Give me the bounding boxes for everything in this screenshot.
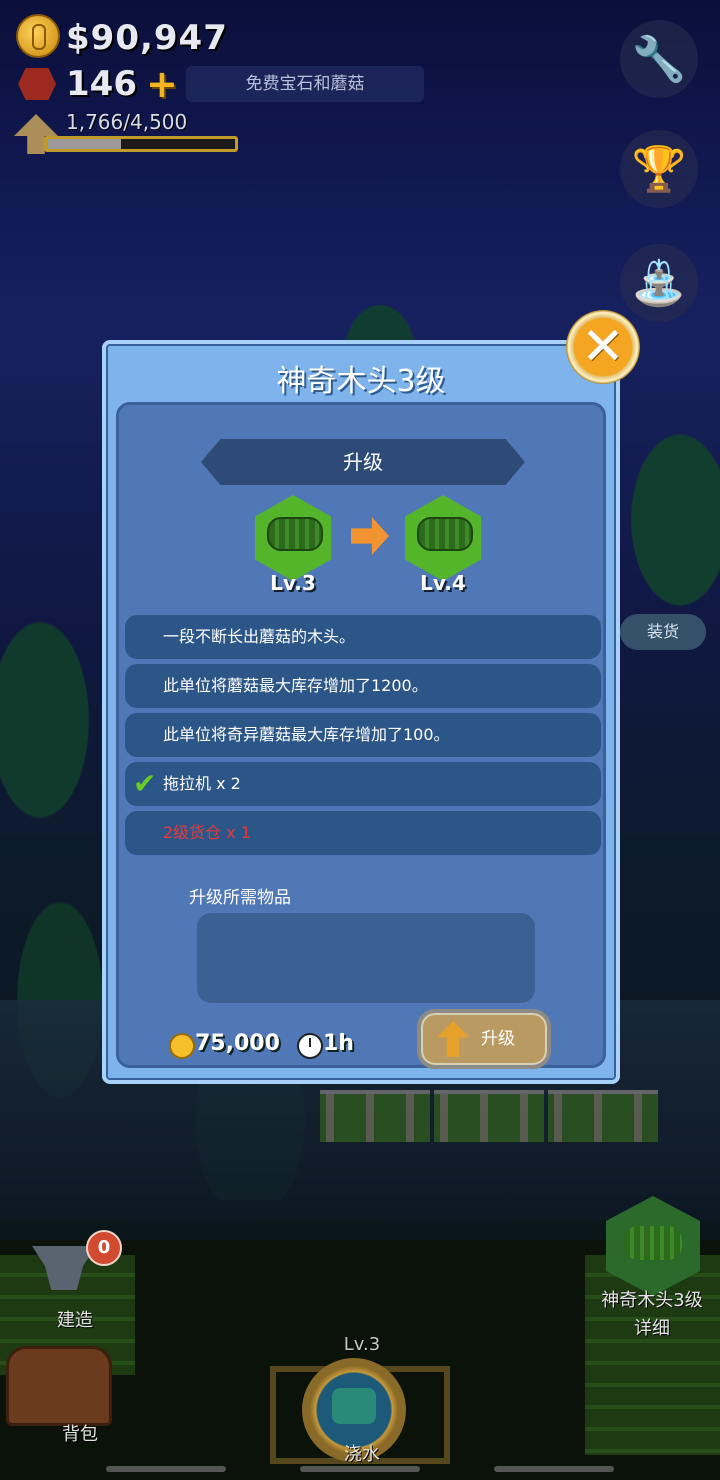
free-gems-button[interactable]: 免费宝石和蘑菇 bbox=[186, 66, 424, 102]
gem-icon bbox=[18, 68, 56, 100]
info-row: 此单位将奇异蘑菇最大库存增加了100。 bbox=[125, 713, 601, 757]
current-level-hex bbox=[255, 495, 331, 581]
next-level-label: Lv.4 bbox=[420, 571, 466, 595]
watering-shortcut-button[interactable]: ⛲ bbox=[620, 244, 698, 322]
next-level-hex bbox=[405, 495, 481, 581]
arrow-right-icon bbox=[351, 517, 389, 555]
selected-item-name[interactable]: 神奇木头3级 bbox=[588, 1286, 716, 1312]
build-badge: 0 bbox=[86, 1230, 122, 1266]
water-level: Lv.3 bbox=[343, 1334, 381, 1355]
required-items-label: 升级所需物品 bbox=[189, 888, 291, 908]
shipping-label: 装货 bbox=[646, 622, 679, 641]
info-row: 此单位将蘑菇最大库存增加了1200。 bbox=[125, 664, 601, 708]
add-gems-button[interactable]: + bbox=[146, 64, 178, 104]
requirement-row-text: 拖拉机 x 2 bbox=[163, 774, 241, 793]
backpack-label[interactable]: 背包 bbox=[40, 1420, 120, 1446]
watering-can-icon bbox=[332, 1388, 376, 1424]
current-level-label: Lv.3 bbox=[270, 571, 316, 595]
upgrade-button[interactable]: 升级 bbox=[417, 1009, 551, 1069]
backpack-icon[interactable] bbox=[6, 1346, 112, 1426]
xp-progress-fill bbox=[47, 139, 121, 149]
xp-progress-bar bbox=[44, 136, 238, 152]
magic-log-icon bbox=[267, 517, 323, 551]
info-row-text: 此单位将奇异蘑菇最大库存增加了100。 bbox=[163, 725, 450, 744]
gem-count: 146 bbox=[66, 64, 137, 104]
money-amount: $90,947 bbox=[66, 18, 228, 58]
section-banner: 升级 bbox=[201, 439, 525, 485]
dialog-panel: 升级 Lv.3 Lv.4 一段不断长出蘑菇的木头。 此单位将蘑菇最大库存增加了1… bbox=[116, 402, 606, 1069]
info-row-text: 此单位将蘑菇最大库存增加了1200。 bbox=[163, 676, 428, 695]
magic-log-icon bbox=[417, 517, 473, 551]
fence-segment bbox=[548, 1090, 658, 1142]
upgrade-arrow-icon bbox=[437, 1021, 469, 1057]
build-label[interactable]: 建造 bbox=[40, 1306, 110, 1332]
upgrade-cost: 75,000 bbox=[195, 1031, 280, 1056]
selected-item-detail[interactable]: 详细 bbox=[610, 1314, 694, 1340]
settings-button[interactable]: 🔧 bbox=[620, 20, 698, 98]
coin-icon bbox=[16, 14, 60, 58]
banner-text: 升级 bbox=[343, 450, 383, 474]
wrench-icon: 🔧 bbox=[631, 34, 687, 85]
close-icon: ✕ bbox=[581, 317, 625, 377]
required-items-box bbox=[197, 913, 535, 1003]
info-row-text: 一段不断长出蘑菇的木头。 bbox=[163, 627, 356, 646]
info-row: 一段不断长出蘑菇的木头。 bbox=[125, 615, 601, 659]
shipping-bubble[interactable]: 装货 bbox=[620, 614, 706, 650]
close-button[interactable]: ✕ bbox=[566, 310, 640, 384]
xp-text: 1,766/4,500 bbox=[66, 110, 188, 134]
upgrade-button-label: 升级 bbox=[481, 1029, 515, 1049]
trophy-icon: 🏆 bbox=[631, 144, 687, 195]
upgrade-dialog: 神奇木头3级 升级 Lv.3 Lv.4 一段不断长出蘑菇的木头。 此单位将蘑菇最… bbox=[102, 340, 620, 1084]
fence-segment bbox=[434, 1090, 544, 1142]
nav-indicator bbox=[300, 1466, 420, 1472]
trophy-button[interactable]: 🏆 bbox=[620, 130, 698, 208]
water-label[interactable]: 浇水 bbox=[322, 1440, 402, 1466]
requirement-row: 2级货仓 x 1 bbox=[125, 811, 601, 855]
requirement-row-text: 2级货仓 x 1 bbox=[163, 823, 252, 842]
nav-indicator bbox=[494, 1466, 614, 1472]
watering-can-icon: ⛲ bbox=[631, 258, 687, 309]
magic-log-icon bbox=[624, 1226, 682, 1260]
coin-icon bbox=[169, 1033, 195, 1059]
nav-indicator bbox=[106, 1466, 226, 1472]
upgrade-time: 1h bbox=[323, 1031, 354, 1056]
fence-segment bbox=[320, 1090, 430, 1142]
clock-icon bbox=[297, 1033, 323, 1059]
requirement-row: ✔ 拖拉机 x 2 bbox=[125, 762, 601, 806]
dialog-title: 神奇木头3级 bbox=[276, 364, 446, 399]
check-icon: ✔ bbox=[133, 767, 157, 800]
